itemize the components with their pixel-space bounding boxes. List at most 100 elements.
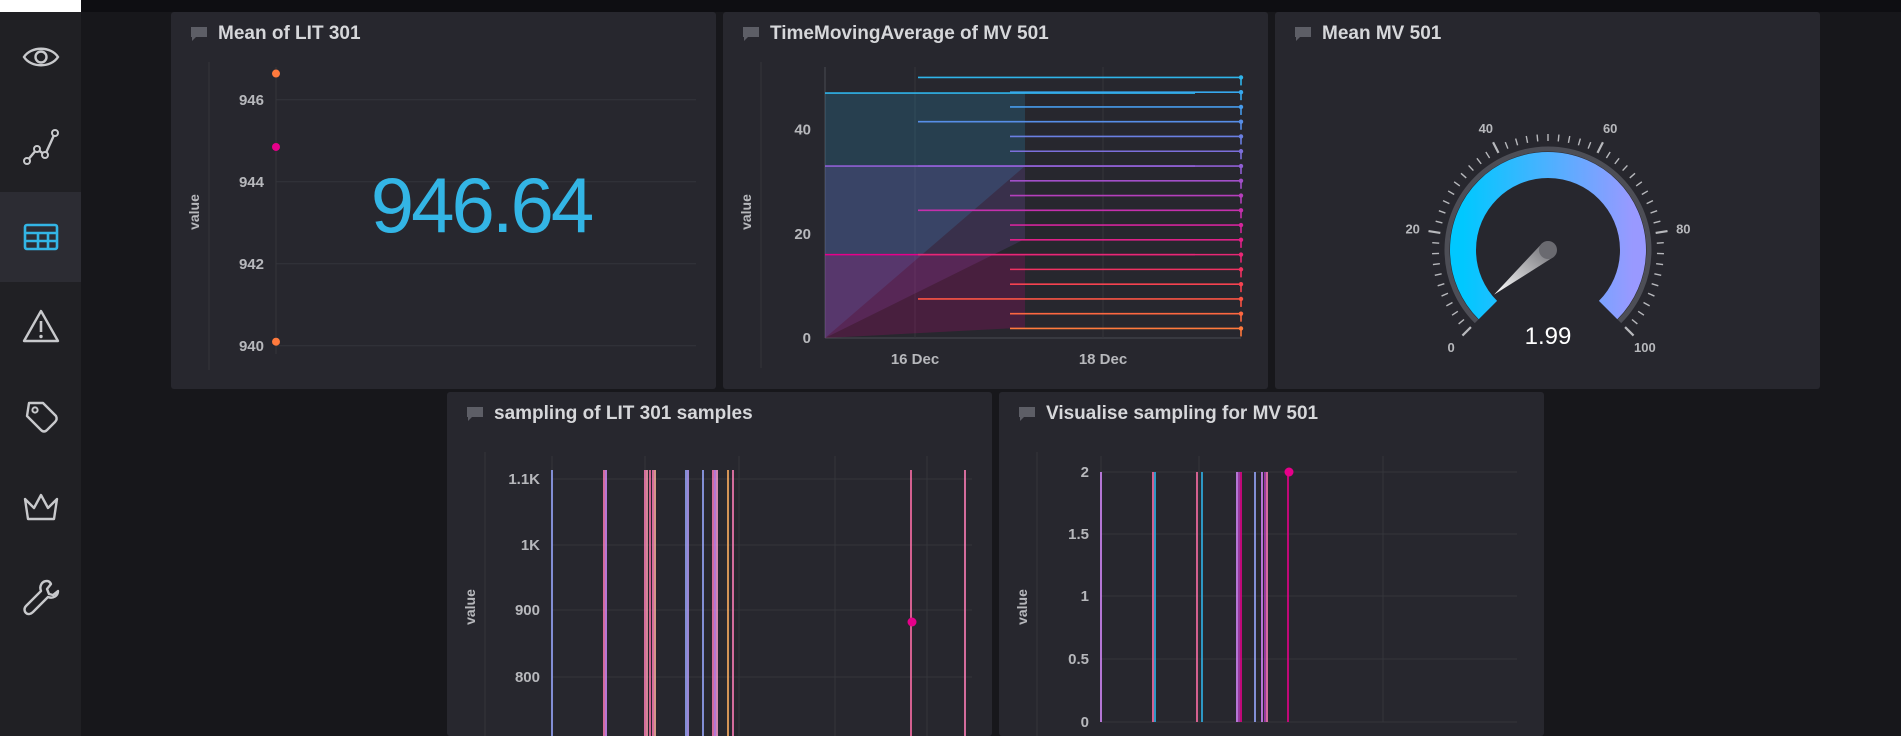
gauge-tick — [1651, 283, 1659, 287]
gauge-tick — [1635, 181, 1643, 187]
gauge-tick — [1485, 151, 1491, 159]
gauge-tick — [1567, 135, 1571, 144]
y-tick-label: 944 — [239, 174, 265, 191]
gauge-tick — [1596, 141, 1604, 154]
gauge-tick — [1504, 141, 1509, 149]
gauge-tick — [1447, 190, 1455, 196]
y-axis-label: value — [186, 194, 202, 230]
gauge-tick — [1434, 273, 1442, 276]
gauge-mean-mv501: 0 20 40 60 80 100 1.99 — [1405, 121, 1690, 355]
sidebar-item-server-admin[interactable] — [0, 462, 81, 552]
gauge-tick — [1557, 134, 1560, 142]
y-tick-label: 20 — [794, 226, 811, 243]
y-tick-label: 1.1K — [508, 471, 540, 488]
gauge-tick — [1441, 292, 1449, 297]
gauge-tick — [1624, 326, 1635, 337]
chart-sampling-lit301: 1.1K 1K 900 800 value — [462, 452, 972, 736]
y-tick-label: 0 — [1081, 714, 1089, 731]
eye-icon — [22, 47, 59, 67]
wrench-icon — [22, 579, 59, 616]
data-point — [272, 142, 280, 151]
gauge-tick — [1453, 181, 1461, 187]
panel-visualise-sampling-mv501: Visualise sampling for MV 501 2 1.5 1 0.5 0 v… — [999, 392, 1544, 736]
gauge-tick — [1653, 220, 1661, 224]
sidebar-item-alerting[interactable] — [0, 282, 81, 372]
sidebar — [0, 12, 81, 736]
gauge-tick-label: 0 — [1448, 340, 1455, 355]
gauge-tick — [1446, 301, 1453, 307]
gauge-tick — [1461, 326, 1472, 337]
gauge-tick-label: 20 — [1405, 222, 1419, 237]
gauge-tick — [1637, 310, 1645, 316]
y-tick-label: 946 — [239, 92, 264, 109]
y-tick-label: 900 — [515, 602, 540, 619]
gauge-tick — [1605, 151, 1611, 159]
chart-time-moving-average: 0 20 40 16 Dec 18 Dec value — [738, 62, 1244, 368]
highlight-point — [907, 617, 917, 627]
warning-icon — [22, 309, 59, 343]
gauge-tick-label: 40 — [1479, 121, 1493, 136]
logo-strip — [0, 0, 81, 12]
panel-mean-mv501: Mean MV 501 0 20 40 60 80 100 1.99 — [1275, 12, 1820, 389]
y-axis-label: value — [462, 589, 478, 625]
gauge-tick — [1631, 318, 1638, 325]
y-tick-label: 1K — [521, 537, 540, 554]
y-tick-label: 40 — [794, 122, 811, 139]
panel-time-moving-average-mv501: TimeMovingAverage of MV 501 0 20 40 16 Dec 1… — [723, 12, 1268, 389]
y-tick-label: 1 — [1081, 588, 1089, 605]
tag-icon — [25, 401, 58, 433]
sidebar-item-explore[interactable] — [0, 12, 81, 102]
gauge-tick — [1646, 199, 1654, 205]
y-tick-label: 942 — [239, 256, 264, 273]
gauge-tick — [1654, 273, 1662, 276]
area-band — [825, 254, 1025, 338]
panel-sampling-lit301: sampling of LIT 301 samples 1.1K 1K 900 800… — [447, 392, 992, 736]
sidebar-item-dashboards[interactable] — [0, 192, 81, 282]
gauge-tick — [1650, 210, 1658, 214]
gauge-tick — [1435, 220, 1443, 224]
gauge-tick-label: 80 — [1676, 222, 1690, 237]
y-tick-label: 0 — [803, 330, 811, 347]
crown-icon — [23, 493, 58, 521]
gauge-tick — [1458, 318, 1465, 325]
gauge-tick — [1536, 134, 1539, 142]
gauge-tick — [1641, 190, 1649, 196]
sidebar-item-graphs[interactable] — [0, 102, 81, 192]
sidebar-item-plugins[interactable] — [0, 372, 81, 462]
gauge-tick — [1614, 157, 1620, 165]
gauge-tick-label: 100 — [1634, 340, 1656, 355]
gauge-tick — [1629, 172, 1636, 179]
highlight-point — [1284, 467, 1294, 477]
gauge-tick — [1437, 283, 1445, 287]
gauge-tick — [1622, 164, 1628, 172]
y-tick-label: 800 — [515, 669, 540, 686]
gauge-tick — [1587, 141, 1592, 149]
y-tick-label: 2 — [1081, 464, 1089, 481]
gauge-tick — [1514, 138, 1519, 146]
graph-icon — [22, 129, 59, 165]
y-tick-label: 0.5 — [1068, 651, 1089, 668]
gauge-tick — [1577, 138, 1582, 146]
gauge-tick — [1492, 141, 1500, 154]
sidebar-item-configuration[interactable] — [0, 552, 81, 642]
gauge-tick — [1438, 210, 1446, 214]
y-tick-label: 1.5 — [1068, 526, 1089, 543]
gauge-tick — [1656, 262, 1664, 266]
data-point — [272, 337, 280, 346]
gauge-tick — [1432, 262, 1440, 266]
gauge-tick — [1643, 301, 1650, 307]
gauge-tick — [1442, 199, 1450, 205]
stat-value: 946.64 — [370, 161, 595, 249]
gauge-tick — [1647, 292, 1655, 297]
data-point — [272, 69, 280, 78]
y-axis-label: value — [738, 194, 754, 230]
gauge-hub — [1539, 241, 1557, 259]
y-tick-label: 940 — [239, 338, 264, 355]
gauge-band — [1450, 152, 1646, 320]
gauge-tick — [1428, 229, 1441, 235]
gauge-tick — [1655, 229, 1668, 235]
y-axis-label: value — [1014, 589, 1030, 625]
gauge-tick — [1460, 172, 1467, 179]
x-tick-label: 18 Dec — [1079, 351, 1127, 368]
panel-mean-lit301: Mean of LIT 301 940 942 944 946 value 946.64 — [171, 12, 716, 389]
